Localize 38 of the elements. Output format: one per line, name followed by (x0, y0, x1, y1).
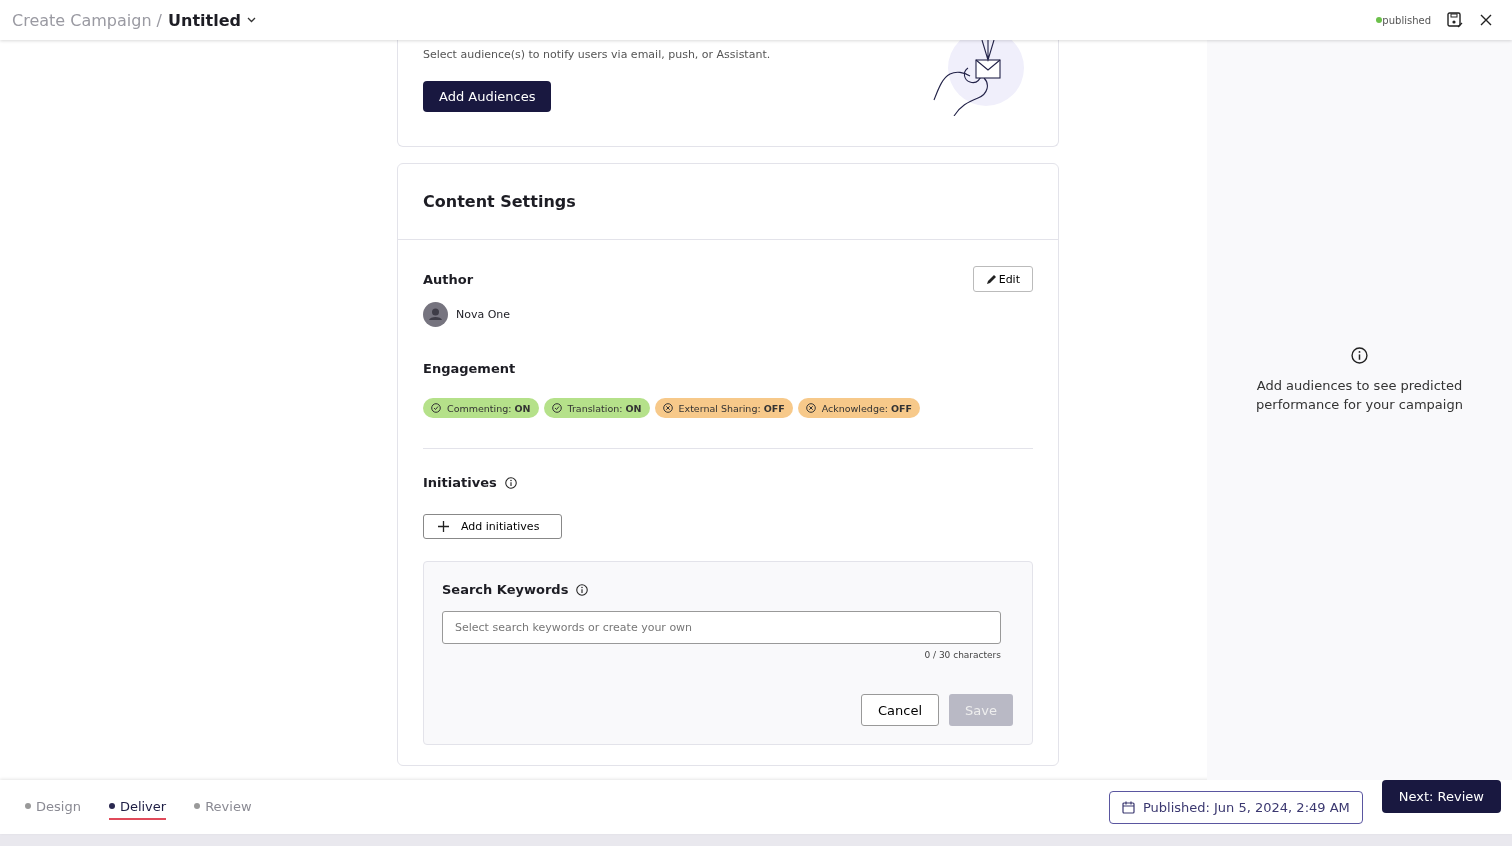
add-audiences-button[interactable]: Add Audiences (423, 81, 552, 112)
initiatives-label: Initiatives (423, 475, 497, 490)
engagement-chip: Commenting: ON (423, 398, 539, 418)
step-tab[interactable]: Review (194, 794, 252, 820)
edit-button[interactable]: Edit (972, 266, 1033, 292)
plus-icon (438, 521, 449, 532)
check-circle-icon (551, 403, 562, 413)
engagement-chip: External Sharing: OFF (654, 398, 793, 418)
info-icon[interactable] (504, 476, 517, 489)
empty-state-message: Add audiences to see predicted performance for your campaign (1255, 376, 1464, 414)
check-circle-icon (431, 403, 441, 413)
publish-date-button[interactable]: Published: Jun 5, 2024, 2:49 AM (1108, 790, 1363, 824)
status-label: published (1382, 14, 1431, 26)
avatar-icon (423, 302, 448, 327)
keywords-input-field[interactable]: Select search keywords or create your own (442, 611, 1001, 644)
next-button[interactable]: Next: Review (1381, 780, 1501, 813)
close-icon[interactable] (1480, 14, 1492, 26)
audiences-description: Select audience(s) to notify users via email, push, or Assistant. (423, 48, 771, 61)
info-icon (1351, 346, 1368, 364)
save-draft-icon[interactable] (1447, 12, 1464, 28)
info-icon[interactable] (576, 583, 589, 596)
calendar-icon (1121, 800, 1135, 814)
step-tab[interactable]: Deliver (108, 794, 167, 820)
author-label: Author (423, 271, 474, 287)
engagement-label: Engagement (423, 361, 517, 376)
engagement-chip: Acknowledge: OFF (797, 398, 921, 418)
x-circle-icon (662, 403, 673, 413)
cancel-button[interactable]: Cancel (861, 694, 940, 726)
character-counter: 0 / 30 characters (924, 650, 1001, 660)
engagement-chip: Translation: ON (543, 398, 650, 418)
chevron-down-icon (246, 17, 256, 23)
author-name: Nova One (456, 308, 511, 321)
search-keywords-label: Search Keywords (442, 582, 569, 597)
campaign-title-dropdown[interactable]: Untitled (168, 10, 256, 30)
section-title: Content Settings (398, 164, 1058, 240)
add-initiatives-button[interactable]: Add initiatives (423, 514, 563, 539)
x-circle-icon (805, 403, 816, 413)
pencil-icon (985, 273, 997, 285)
